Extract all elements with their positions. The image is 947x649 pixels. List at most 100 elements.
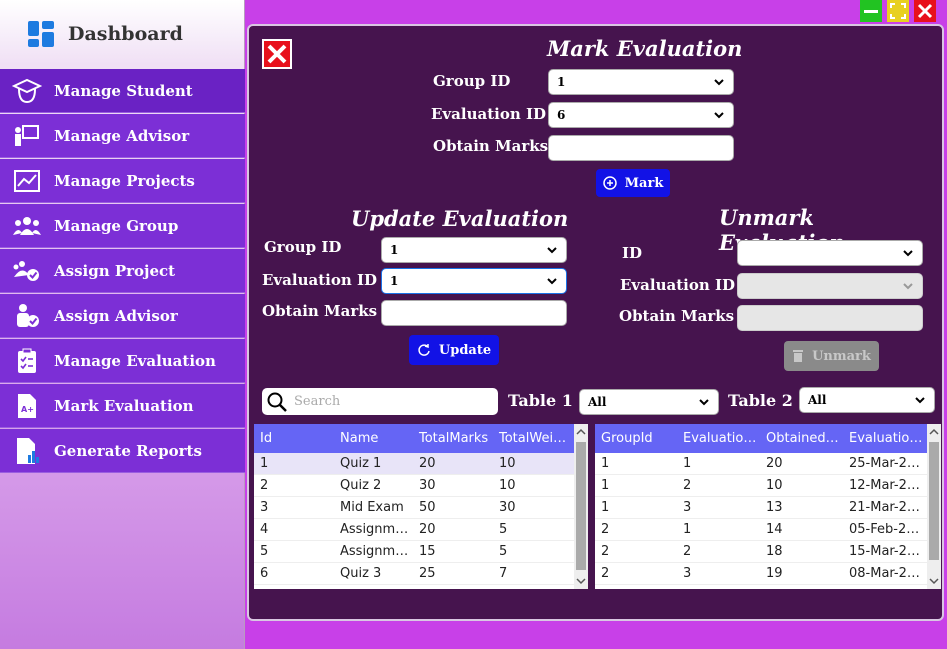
column-header[interactable]: EvaluationDate [843, 431, 927, 446]
table-row[interactable]: 1 Quiz 1 20 10 [254, 453, 588, 475]
table-row[interactable]: 1 1 20 25-Mar-2023 [595, 453, 941, 475]
table2-scrollbar[interactable] [927, 424, 941, 589]
column-header[interactable]: Name [334, 431, 413, 446]
sidebar-item-label: Assign Advisor [54, 306, 178, 325]
table-cell: Assignment [340, 522, 413, 537]
unmark-button-label: Unmark [812, 348, 871, 364]
close-icon [267, 44, 287, 64]
column-header[interactable]: ObtainedMarks [760, 431, 843, 446]
mark-evaluation-title: Mark Evaluation [547, 36, 743, 61]
table-row[interactable]: 2 2 18 15-Mar-2023 [595, 541, 941, 563]
sidebar-item-manage-student[interactable]: Manage Student [0, 69, 245, 113]
column-header[interactable]: EvaluationId [677, 431, 760, 446]
column-header[interactable]: GroupId [595, 431, 677, 446]
table-row[interactable]: 1 2 10 12-Mar-2023 [595, 475, 941, 497]
table-row[interactable]: 2 3 19 08-Mar-2023 [595, 563, 941, 585]
table-row[interactable]: 2 1 14 05-Feb-2023 [595, 519, 941, 541]
table-cell: Quiz 3 [340, 566, 382, 581]
table-cell: 25 [419, 566, 436, 581]
search-input[interactable]: Search [262, 388, 498, 415]
update-button-label: Update [438, 342, 492, 358]
mark-button-label: Mark [624, 175, 664, 191]
table-row[interactable]: 4 Assignment 20 5 [254, 519, 588, 541]
mark-button[interactable]: Mark [596, 169, 670, 197]
table1-filter-select[interactable]: All [579, 389, 719, 415]
unmark-evaluation-id-select[interactable] [737, 273, 923, 299]
update-obtain-marks-input[interactable] [381, 300, 567, 326]
sidebar-item-manage-group[interactable]: Manage Group [0, 204, 245, 248]
minimize-button[interactable] [860, 0, 882, 22]
sidebar-item-manage-advisor[interactable]: Manage Advisor [0, 114, 245, 158]
table-row[interactable]: 2 Quiz 2 30 10 [254, 475, 588, 497]
table-cell: 5 [499, 522, 508, 537]
table-cell: 15-Mar-2023 [849, 544, 927, 559]
table-cell: 10 [766, 478, 783, 493]
unmark-obtain-marks-input[interactable] [737, 305, 923, 331]
table-cell: 08-Mar-2023 [849, 566, 927, 581]
chevron-down-icon [714, 79, 724, 86]
update-evaluation-id-select[interactable]: 1 [381, 268, 567, 294]
maximize-button[interactable] [887, 0, 909, 22]
table-row[interactable]: 1 3 13 21-Mar-2023 [595, 497, 941, 519]
chevron-down-icon [547, 247, 557, 254]
evaluations-table: Id Name TotalMarks TotalWeightage 1 Quiz… [254, 424, 588, 589]
table-cell: 1 [601, 500, 610, 515]
sidebar-item-label: Manage Advisor [54, 126, 190, 145]
scrollbar-thumb[interactable] [576, 442, 586, 570]
mark-evaluation-id-label: Evaluation ID [431, 105, 546, 123]
sidebar-item-assign-project[interactable]: Assign Project [0, 249, 245, 293]
table2-filter-select[interactable]: All [799, 387, 935, 413]
form-close-button[interactable] [262, 39, 292, 69]
sidebar-item-mark-evaluation[interactable]: A+ Mark Evaluation [0, 384, 245, 428]
unmark-id-select[interactable] [737, 240, 923, 266]
sidebar-item-generate-reports[interactable]: Generate Reports [0, 429, 245, 473]
grade-document-icon: A+ [0, 393, 54, 419]
close-icon [917, 3, 933, 19]
update-evaluation-id-label: Evaluation ID [262, 271, 377, 289]
unmark-button[interactable]: Unmark [784, 341, 879, 371]
table-cell: 50 [419, 500, 436, 515]
sidebar-brand[interactable]: Dashboard [0, 0, 244, 68]
refresh-icon [418, 344, 430, 356]
unmark-id-label: ID [622, 244, 643, 262]
mark-group-select[interactable]: 1 [548, 69, 734, 95]
assign-advisor-icon [0, 303, 54, 329]
sidebar-item-assign-advisor[interactable]: Assign Advisor [0, 294, 245, 338]
table-row[interactable]: 5 Assignment 15 5 [254, 541, 588, 563]
sidebar-item-manage-evaluation[interactable]: Manage Evaluation [0, 339, 245, 383]
table-cell: 5 [499, 544, 508, 559]
table-cell: 21-Mar-2023 [849, 500, 927, 515]
scrollbar-thumb[interactable] [929, 442, 939, 560]
column-header[interactable]: TotalWeightage [493, 431, 573, 446]
mark-evaluation-id-select[interactable]: 6 [548, 102, 734, 128]
table-row[interactable]: 3 Mid Exam 50 30 [254, 497, 588, 519]
column-header[interactable]: Id [254, 431, 334, 446]
table-cell: 7 [499, 566, 508, 581]
window-close-button[interactable] [914, 0, 936, 22]
table1-scrollbar[interactable] [574, 424, 588, 589]
table-cell: 4 [260, 522, 269, 537]
sidebar-item-label: Mark Evaluation [54, 396, 194, 415]
update-evaluation-title: Update Evaluation [351, 206, 569, 231]
sidebar-item-label: Manage Projects [54, 171, 195, 190]
update-group-select[interactable]: 1 [381, 237, 567, 263]
update-group-value: 1 [390, 243, 399, 257]
student-cap-icon [0, 78, 54, 104]
table-cell: 20 [766, 456, 783, 471]
sidebar-item-label: Manage Group [54, 216, 179, 235]
chevron-down-icon [699, 399, 709, 406]
table-cell: 10 [499, 456, 516, 471]
table-cell: 20 [419, 456, 436, 471]
svg-text:A+: A+ [21, 405, 34, 414]
table1-label: Table 1 [508, 391, 573, 410]
group-evaluations-table: GroupId EvaluationId ObtainedMarks Evalu… [595, 424, 941, 589]
column-header[interactable]: TotalMarks [413, 431, 493, 446]
update-button[interactable]: Update [409, 335, 499, 365]
sidebar-item-manage-projects[interactable]: Manage Projects [0, 159, 245, 203]
search-placeholder: Search [294, 394, 341, 409]
table-row[interactable]: 6 Quiz 3 25 7 [254, 563, 588, 585]
table1-filter-value: All [588, 395, 607, 409]
group-people-icon [0, 215, 54, 237]
mark-obtain-marks-input[interactable] [548, 135, 734, 161]
table2-label: Table 2 [728, 391, 793, 410]
